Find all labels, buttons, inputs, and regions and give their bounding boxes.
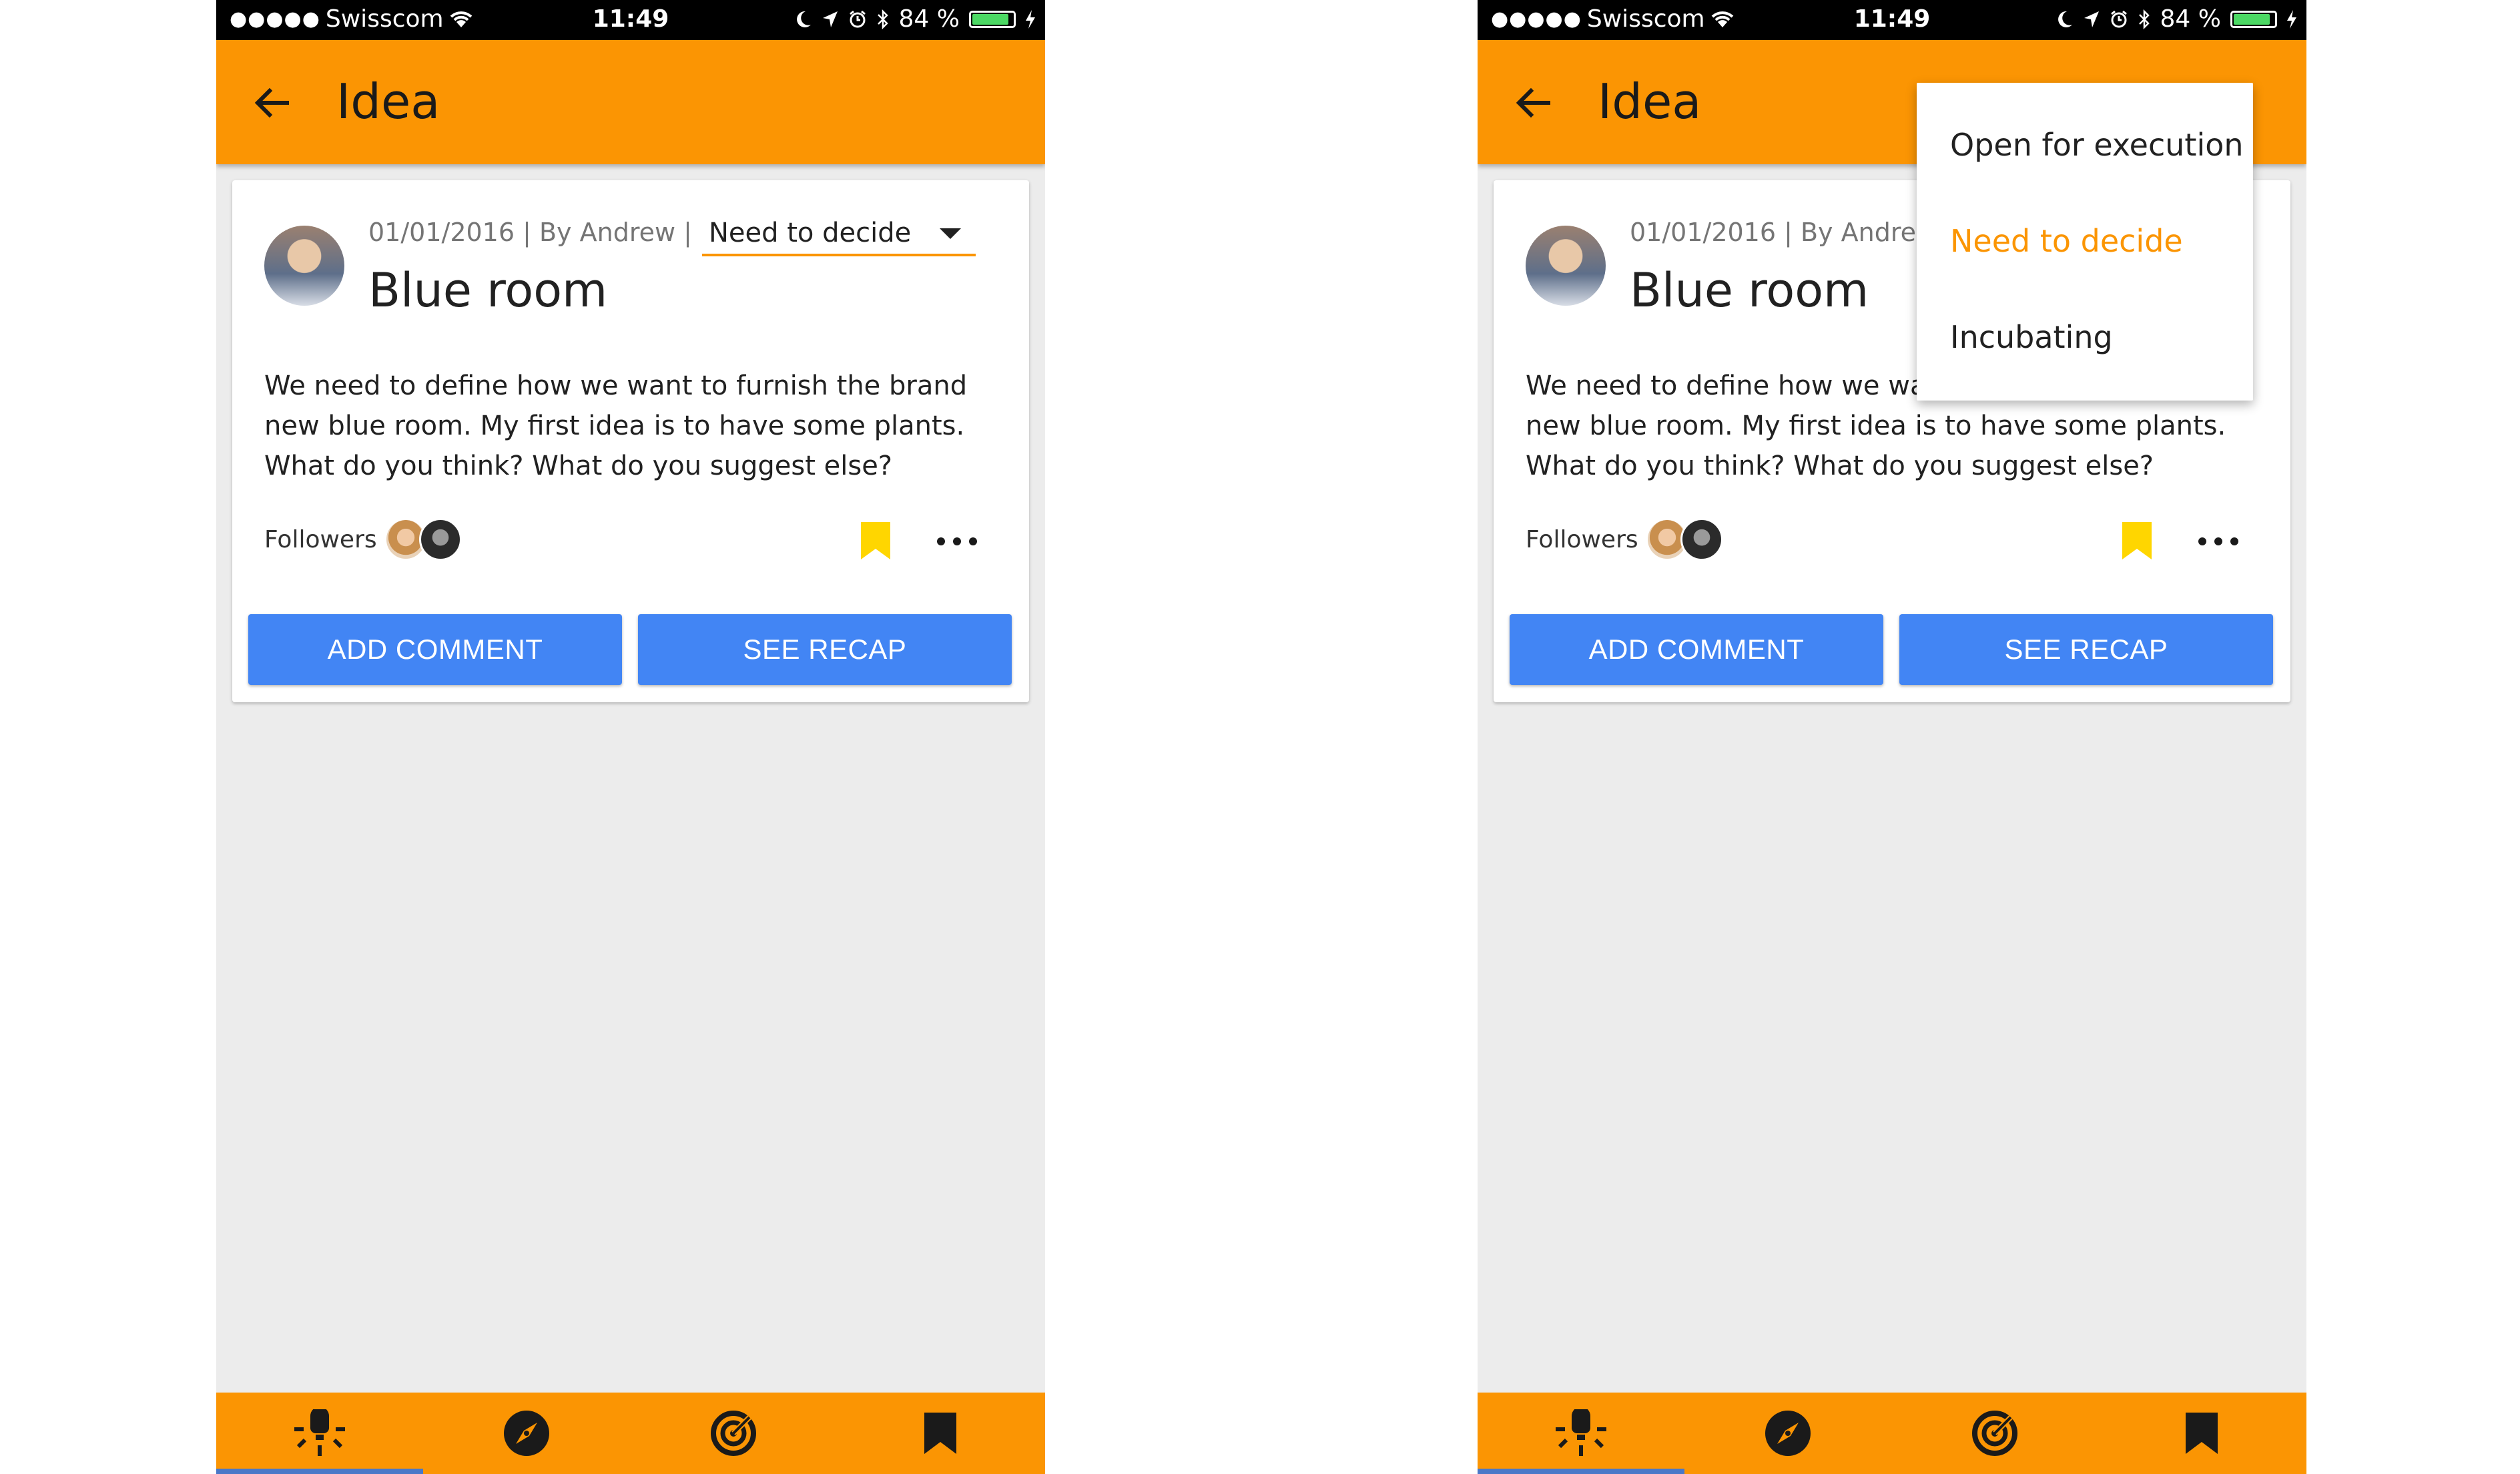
status-dropdown-menu: Open for execution Need to decide Incuba… bbox=[1917, 83, 2253, 401]
menu-item-need-to-decide[interactable]: Need to decide bbox=[1950, 223, 2183, 259]
moon-icon bbox=[2058, 11, 2072, 27]
location-arrow-icon bbox=[2084, 11, 2099, 27]
add-comment-button[interactable]: ADD COMMENT bbox=[248, 614, 622, 685]
lightbulb-icon bbox=[294, 1409, 345, 1456]
target-icon bbox=[711, 1411, 756, 1456]
idea-description: We need to define how we want to furnish… bbox=[264, 371, 968, 481]
bluetooth-icon bbox=[877, 9, 888, 29]
location-arrow-icon bbox=[822, 11, 838, 27]
status-dropdown[interactable]: Need to decide bbox=[702, 210, 976, 256]
charging-bolt-icon bbox=[2287, 9, 2296, 29]
nav-item-bookmarks[interactable] bbox=[2098, 1393, 2305, 1474]
charging-bolt-icon bbox=[1026, 9, 1035, 29]
phone-screen-dropdown-open: ●●●●● Swisscom 11:49 84 % Idea 01/01/201… bbox=[1478, 0, 2306, 1474]
idea-meta: 01/01/2016 | By Andrew | bbox=[1630, 218, 1953, 247]
phone-screen-default: ●●●●● Swisscom 11:49 84 % Idea 01/01/201… bbox=[216, 0, 1045, 1474]
status-bar: ●●●●● Swisscom 11:49 84 % bbox=[216, 0, 1045, 40]
idea-title: Blue room bbox=[1630, 263, 1869, 318]
battery-icon bbox=[969, 10, 1016, 28]
follower-avatar[interactable] bbox=[1680, 518, 1723, 561]
followers-label: Followers bbox=[1526, 526, 1638, 553]
see-recap-button[interactable]: SEE RECAP bbox=[1899, 614, 2273, 685]
menu-item-incubating[interactable]: Incubating bbox=[1950, 319, 2113, 355]
active-tab-indicator bbox=[1478, 1469, 1684, 1474]
more-options-icon[interactable] bbox=[2198, 525, 2238, 558]
nav-item-ideas[interactable] bbox=[1478, 1393, 1684, 1474]
bottom-navigation bbox=[1478, 1393, 2306, 1474]
target-icon bbox=[1972, 1411, 2017, 1456]
back-arrow-icon[interactable] bbox=[1512, 81, 1555, 124]
battery-percentage: 84 % bbox=[2160, 5, 2221, 33]
compass-icon bbox=[1765, 1411, 1811, 1456]
page-title: Idea bbox=[1598, 73, 1702, 130]
nav-item-ideas[interactable] bbox=[216, 1393, 423, 1474]
bookmark-icon bbox=[2186, 1413, 2218, 1454]
add-comment-button[interactable]: ADD COMMENT bbox=[1510, 614, 1883, 685]
author-avatar[interactable] bbox=[264, 226, 344, 306]
followers-label: Followers bbox=[264, 526, 377, 553]
nav-item-explore[interactable] bbox=[1684, 1393, 1891, 1474]
bookmark-icon bbox=[924, 1413, 956, 1454]
alarm-icon bbox=[849, 10, 866, 27]
idea-title: Blue room bbox=[368, 263, 608, 318]
idea-card: 01/01/2016 | By Andrew | Need to decide … bbox=[232, 180, 1029, 702]
app-bar: Idea bbox=[216, 40, 1045, 164]
author-avatar[interactable] bbox=[1526, 226, 1606, 306]
back-arrow-icon[interactable] bbox=[251, 81, 294, 124]
alarm-icon bbox=[2110, 10, 2127, 27]
page-title: Idea bbox=[336, 73, 440, 130]
status-bar: ●●●●● Swisscom 11:49 84 % bbox=[1478, 0, 2306, 40]
nav-item-explore[interactable] bbox=[423, 1393, 630, 1474]
bottom-navigation bbox=[216, 1393, 1045, 1474]
nav-item-targets[interactable] bbox=[630, 1393, 837, 1474]
active-tab-indicator bbox=[216, 1469, 423, 1474]
idea-meta: 01/01/2016 | By Andrew | bbox=[368, 218, 692, 247]
follower-avatar[interactable] bbox=[419, 518, 462, 561]
nav-item-bookmarks[interactable] bbox=[837, 1393, 1044, 1474]
chevron-down-icon bbox=[940, 228, 961, 239]
more-options-icon[interactable] bbox=[937, 525, 977, 558]
bookmark-icon[interactable] bbox=[858, 521, 893, 561]
moon-icon bbox=[796, 11, 811, 27]
see-recap-button[interactable]: SEE RECAP bbox=[638, 614, 1012, 685]
compass-icon bbox=[504, 1411, 549, 1456]
status-dropdown-value: Need to decide bbox=[709, 218, 912, 248]
bookmark-icon[interactable] bbox=[2120, 521, 2154, 561]
battery-icon bbox=[2230, 10, 2277, 28]
nav-item-targets[interactable] bbox=[1891, 1393, 2098, 1474]
battery-percentage: 84 % bbox=[898, 5, 960, 33]
bluetooth-icon bbox=[2138, 9, 2150, 29]
menu-item-open-for-execution[interactable]: Open for execution bbox=[1950, 127, 2244, 163]
lightbulb-icon bbox=[1556, 1409, 1606, 1456]
